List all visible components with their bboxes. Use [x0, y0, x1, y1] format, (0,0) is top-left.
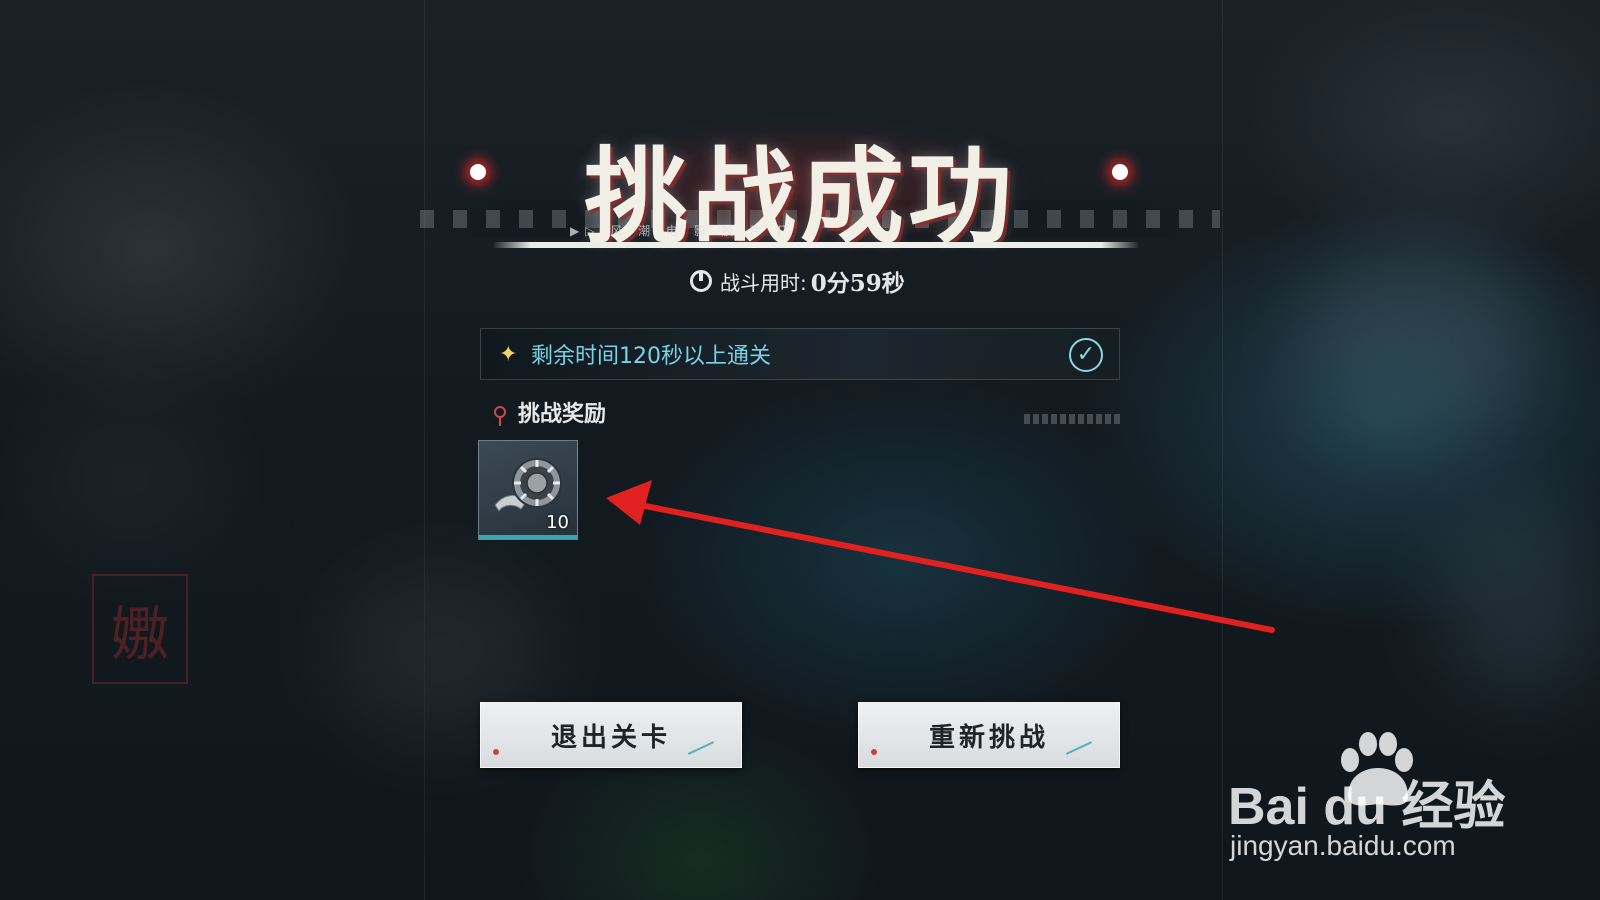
exit-stage-button-label: 退出关卡: [550, 722, 671, 753]
watermark-logo-text: Bai du 经验: [1228, 778, 1506, 836]
button-accent-mark: [493, 749, 499, 755]
button-accent-streak: [687, 741, 715, 755]
button-accent-mark: [871, 749, 877, 755]
exit-stage-button[interactable]: 退出关卡: [480, 702, 742, 768]
watermark-url: jingyan.baidu.com: [1230, 830, 1456, 861]
retry-challenge-button-label: 重新挑战: [928, 722, 1049, 753]
button-accent-streak: [1065, 741, 1093, 755]
retry-challenge-button[interactable]: 重新挑战: [858, 702, 1120, 768]
